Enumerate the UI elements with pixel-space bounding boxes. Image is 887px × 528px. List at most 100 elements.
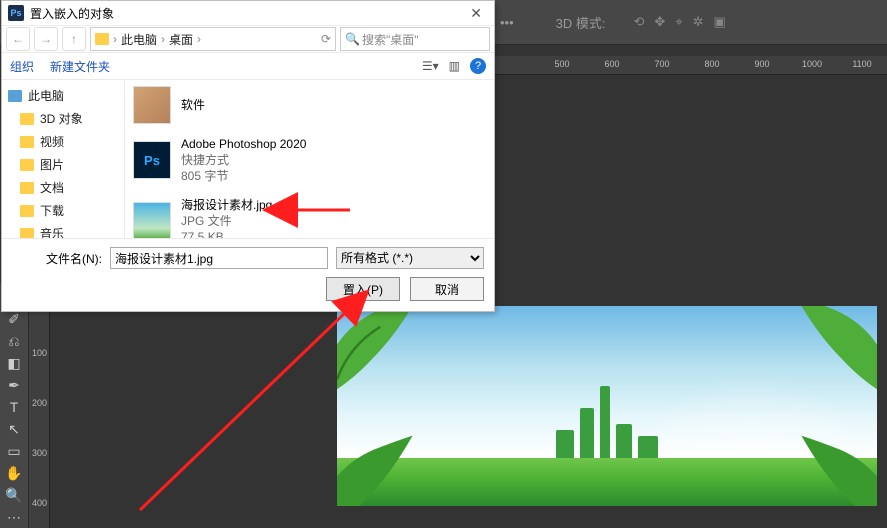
organize-menu[interactable]: 组织 xyxy=(10,58,34,75)
cancel-button[interactable]: 取消 xyxy=(410,277,484,301)
nav-this-pc[interactable]: 此电脑 xyxy=(2,84,124,107)
file-meta: Adobe Photoshop 2020快捷方式805 字节 xyxy=(181,136,306,185)
share-icon[interactable]: ••• xyxy=(500,15,514,30)
pc-icon xyxy=(8,90,22,102)
preview-pane-icon[interactable]: ▥ xyxy=(449,59,460,73)
file-name: 软件 xyxy=(181,97,205,113)
file-meta: 海报设计素材.jpgJPG 文件77.5 KB xyxy=(181,197,272,238)
zoom-icon[interactable]: ⌖ xyxy=(675,14,682,30)
folder-icon xyxy=(20,159,34,171)
file-sub2: 805 字节 xyxy=(181,168,306,184)
chevron-right-icon: › xyxy=(197,32,201,46)
nav-up-icon[interactable]: ↑ xyxy=(62,27,86,51)
ruler-tick: 1100 xyxy=(852,59,871,69)
nav-label: 此电脑 xyxy=(28,87,64,104)
vruler-tick: 200 xyxy=(32,398,47,408)
file-row[interactable]: 海报设计素材.jpgJPG 文件77.5 KB xyxy=(125,191,494,238)
ruler-tick: 800 xyxy=(704,59,719,69)
place-button[interactable]: 置入(P) xyxy=(326,277,400,301)
canvas-image xyxy=(337,306,877,506)
file-row[interactable]: Ps Adobe Photoshop 2020快捷方式805 字节 xyxy=(125,130,494,191)
brush-tool-icon[interactable]: ✐ xyxy=(4,311,24,329)
folder-icon xyxy=(20,205,34,217)
file-list: 软件PsAdobe Photoshop 2020快捷方式805 字节海报设计素材… xyxy=(125,80,494,238)
three-d-mode-label: 3D 模式: xyxy=(556,13,606,32)
search-icon: 🔍 xyxy=(345,32,360,46)
folder-icon xyxy=(95,33,109,45)
filename-label: 文件名(N): xyxy=(12,250,102,267)
help-icon[interactable]: ? xyxy=(470,58,486,74)
nav-pane: 此电脑 3D 对象视频图片文档下载音乐桌面 Win10 (C:) xyxy=(2,80,125,238)
folder-icon xyxy=(20,113,34,125)
nav-label: 3D 对象 xyxy=(40,110,83,127)
address-bar[interactable]: › 此电脑 › 桌面 › ⟳ xyxy=(90,27,336,51)
file-name: Adobe Photoshop 2020 xyxy=(181,136,306,152)
nav-label: 下载 xyxy=(40,202,64,219)
ruler-tick: 900 xyxy=(754,59,769,69)
nav-item[interactable]: 3D 对象 xyxy=(2,107,124,130)
new-folder-button[interactable]: 新建文件夹 xyxy=(50,58,110,75)
file-sub2: 77.5 KB xyxy=(181,229,272,238)
file-thumb xyxy=(133,86,171,124)
nav-item[interactable]: 文档 xyxy=(2,176,124,199)
dialog-titlebar: Ps 置入嵌入的对象 ✕ xyxy=(2,1,494,25)
file-meta: 软件 xyxy=(181,97,205,113)
file-sub1: 快捷方式 xyxy=(181,152,306,168)
vertical-ruler: 100 200 300 400 xyxy=(29,283,50,528)
breadcrumb-folder[interactable]: 桌面 xyxy=(169,31,193,48)
ps-app-icon: Ps xyxy=(8,5,24,21)
nav-label: 视频 xyxy=(40,133,64,150)
pan-icon[interactable]: ✥ xyxy=(654,14,665,30)
light-icon[interactable]: ✲ xyxy=(693,14,704,30)
pen-tool-icon[interactable]: ✒ xyxy=(4,377,24,395)
file-thumb: Ps xyxy=(133,141,171,179)
breadcrumb-root[interactable]: 此电脑 xyxy=(121,31,157,48)
more-tools-icon[interactable]: ⋯ xyxy=(4,508,24,526)
dialog-bottom: 文件名(N): 所有格式 (*.*) 置入(P) 取消 xyxy=(2,238,494,311)
filename-input[interactable] xyxy=(110,247,328,269)
type-tool-icon[interactable]: T xyxy=(4,399,24,417)
path-tool-icon[interactable]: ↖ xyxy=(4,420,24,438)
gradient-tool-icon[interactable]: ◧ xyxy=(4,355,24,373)
view-mode-icon[interactable]: ☰▾ xyxy=(422,59,439,73)
nav-label: 图片 xyxy=(40,156,64,173)
dialog-toolbar: 组织 新建文件夹 ☰▾ ▥ ? xyxy=(2,53,494,80)
camera-icon[interactable]: ▣ xyxy=(714,14,726,30)
refresh-icon[interactable]: ⟳ xyxy=(321,32,331,46)
close-icon[interactable]: ✕ xyxy=(464,5,488,22)
nav-back-icon[interactable]: ← xyxy=(6,27,30,51)
chevron-right-icon: › xyxy=(161,32,165,46)
search-placeholder-text: 搜索"桌面" xyxy=(362,31,419,48)
folder-icon xyxy=(20,228,34,239)
zoom-tool-icon[interactable]: 🔍 xyxy=(4,486,24,504)
ruler-tick: 500 xyxy=(554,59,569,69)
vruler-tick: 400 xyxy=(32,498,47,508)
vruler-tick: 100 xyxy=(32,348,47,358)
folder-icon xyxy=(20,136,34,148)
shape-tool-icon[interactable]: ▭ xyxy=(4,442,24,460)
folder-icon xyxy=(20,182,34,194)
nav-item[interactable]: 下载 xyxy=(2,199,124,222)
chevron-right-icon: › xyxy=(113,32,117,46)
orbit-icon[interactable]: ⟲ xyxy=(634,14,645,30)
ruler-tick: 600 xyxy=(604,59,619,69)
nav-item[interactable]: 音乐 xyxy=(2,222,124,238)
ruler-tick: 1000 xyxy=(802,59,822,69)
nav-item[interactable]: 视频 xyxy=(2,130,124,153)
file-name: 海报设计素材.jpg xyxy=(181,197,272,213)
tool-panel: ✎ ✐ ⎌ ◧ ✒ T ↖ ▭ ✋ 🔍 ⋯ xyxy=(0,283,29,528)
file-sub1: JPG 文件 xyxy=(181,213,272,229)
clone-tool-icon[interactable]: ⎌ xyxy=(4,333,24,351)
vruler-tick: 300 xyxy=(32,448,47,458)
nav-fwd-icon[interactable]: → xyxy=(34,27,58,51)
nav-item[interactable]: 图片 xyxy=(2,153,124,176)
ruler-tick: 700 xyxy=(654,59,669,69)
hand-tool-icon[interactable]: ✋ xyxy=(4,464,24,482)
file-thumb xyxy=(133,202,171,238)
dialog-nav-row: ← → ↑ › 此电脑 › 桌面 › ⟳ 🔍 搜索"桌面" xyxy=(2,25,494,53)
nav-label: 文档 xyxy=(40,179,64,196)
filetype-select[interactable]: 所有格式 (*.*) xyxy=(336,247,484,269)
search-input[interactable]: 🔍 搜索"桌面" xyxy=(340,27,490,51)
file-row[interactable]: 软件 xyxy=(125,80,494,130)
nav-label: 音乐 xyxy=(40,225,64,238)
